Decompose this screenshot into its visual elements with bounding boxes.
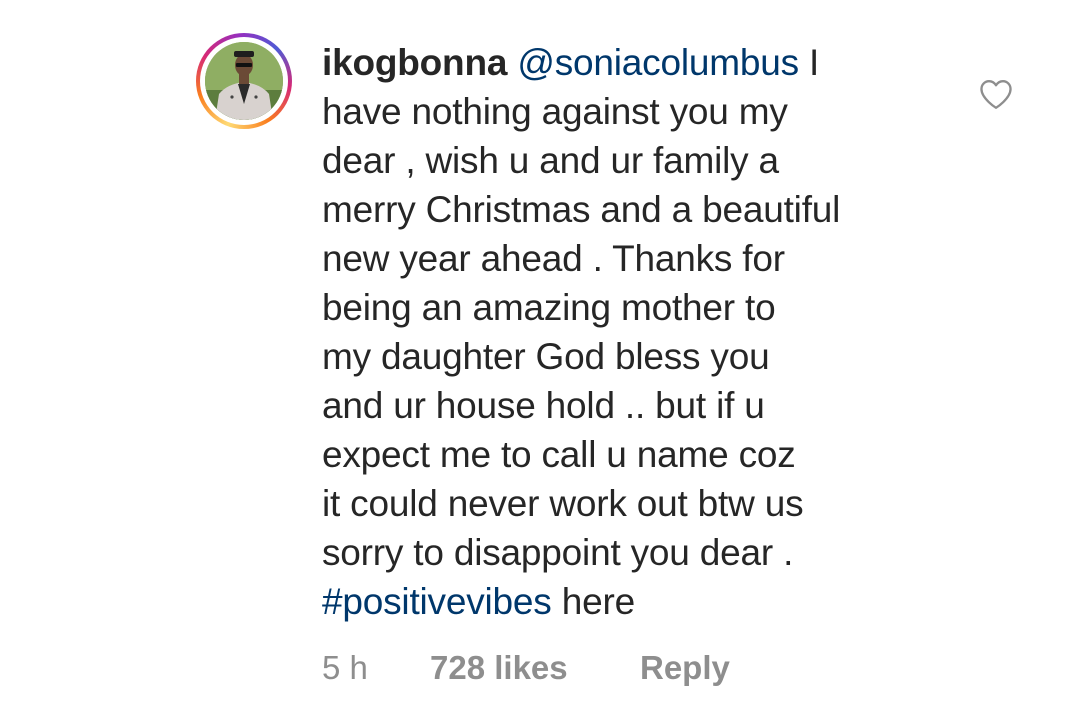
timestamp: 5 h — [322, 649, 368, 686]
comment-line: merry Christmas and a beautiful — [322, 189, 841, 230]
comment-text: ikogbonna @soniacolumbus I have nothing … — [322, 38, 962, 626]
comment-line: new year ahead . Thanks for — [322, 238, 785, 279]
comment-trailing-text: here — [551, 581, 635, 622]
comment-line: sorry to disappoint you dear . — [322, 532, 794, 573]
username-link[interactable]: ikogbonna — [322, 42, 507, 83]
mention-link[interactable]: @soniacolumbus — [517, 42, 799, 83]
story-ring[interactable] — [196, 33, 292, 129]
profile-picture — [205, 42, 283, 120]
hashtag-link[interactable]: #positivevibes — [322, 581, 552, 622]
comment-line: my daughter God bless you — [322, 336, 770, 377]
avatar — [205, 42, 283, 120]
reply-button[interactable]: Reply — [640, 646, 730, 690]
comment-line: being an amazing mother to — [322, 287, 776, 328]
comment-item: ikogbonna @soniacolumbus I have nothing … — [0, 0, 1079, 706]
comment-line: and ur house hold .. but if u — [322, 385, 765, 426]
comment-first-line: ikogbonna @soniacolumbus I — [322, 38, 962, 87]
comment-line: have nothing against you my — [322, 91, 788, 132]
comment-last-line: #positivevibes here — [322, 577, 962, 626]
comment-line: it could never work out btw us — [322, 483, 804, 524]
likes-count[interactable]: 728 likes — [430, 646, 568, 690]
heart-outline-icon[interactable] — [978, 78, 1014, 110]
comment-line: dear , wish u and ur family a — [322, 140, 779, 181]
comment-line: expect me to call u name coz — [322, 434, 796, 475]
comment-line: I — [798, 42, 820, 83]
